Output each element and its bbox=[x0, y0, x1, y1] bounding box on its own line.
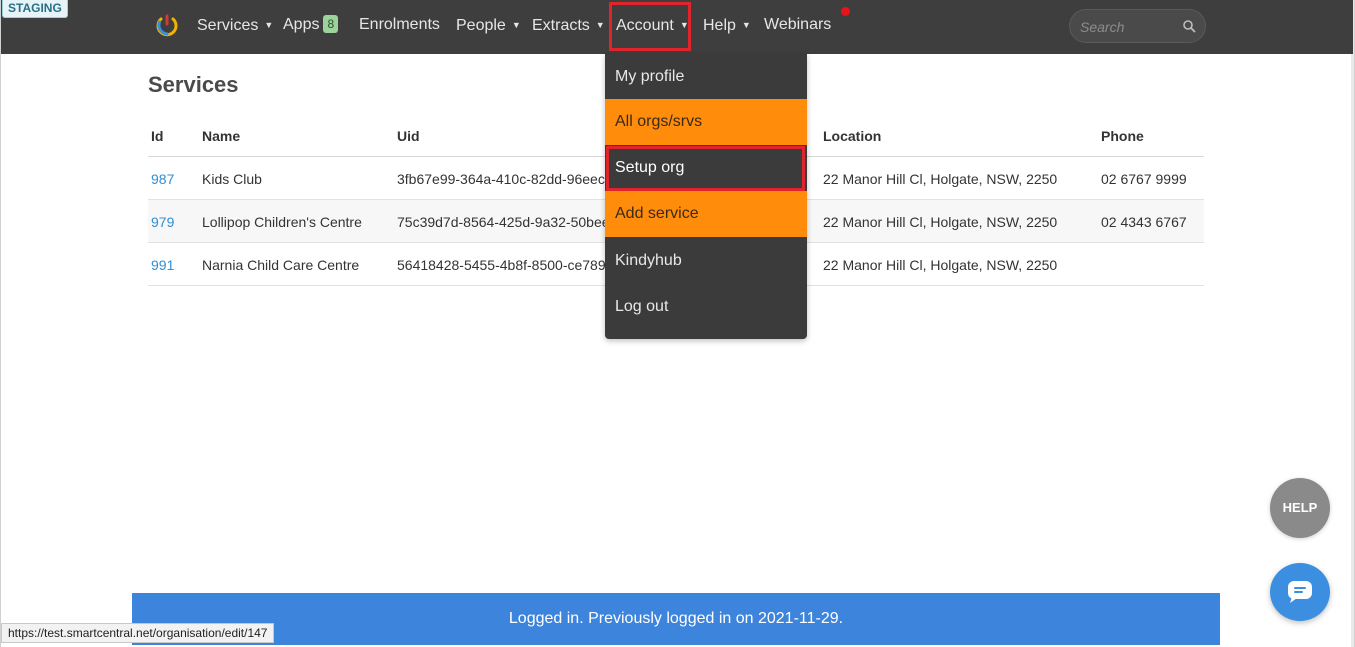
service-id-link[interactable]: 987 bbox=[151, 171, 174, 187]
nav-services-label: Services bbox=[197, 17, 259, 34]
header-id[interactable]: Id bbox=[151, 128, 163, 144]
nav-apps[interactable]: Apps 8 bbox=[283, 15, 339, 35]
service-id-link[interactable]: 991 bbox=[151, 257, 174, 273]
menu-item-kindyhub[interactable]: Kindyhub bbox=[605, 238, 807, 284]
nav-extracts-label: Extracts bbox=[532, 17, 590, 34]
caret-down-icon: ▼ bbox=[595, 20, 605, 30]
header-name[interactable]: Name bbox=[202, 128, 240, 144]
service-uid: 75c39d7d-8564-425d-9a32-50bee bbox=[397, 214, 610, 230]
search-input[interactable] bbox=[1080, 17, 1175, 37]
page-title: Services bbox=[148, 72, 239, 97]
header-phone[interactable]: Phone bbox=[1101, 128, 1144, 144]
nav-apps-label: Apps bbox=[283, 16, 320, 33]
setup-org-highlight-box bbox=[606, 146, 805, 191]
header-location[interactable]: Location bbox=[823, 128, 881, 144]
chat-icon bbox=[1288, 581, 1312, 603]
nav-people[interactable]: People ▼ bbox=[456, 15, 521, 35]
account-highlight-box bbox=[609, 2, 691, 51]
browser-status-url: https://test.smartcentral.net/organisati… bbox=[1, 623, 275, 643]
service-name: Lollipop Children's Centre bbox=[202, 214, 362, 230]
nav-help-label: Help bbox=[703, 17, 736, 34]
caret-down-icon: ▼ bbox=[511, 20, 521, 30]
account-dropdown-menu: My profile All orgs/srvs Setup org Add s… bbox=[605, 54, 807, 339]
chat-button[interactable] bbox=[1270, 563, 1330, 621]
top-navbar: Services ▼ Apps 8 Enrolments People ▼ Extra… bbox=[1, 0, 1353, 54]
menu-item-log-out[interactable]: Log out bbox=[605, 284, 807, 330]
menu-item-my-profile[interactable]: My profile bbox=[605, 54, 807, 100]
staging-badge: STAGING bbox=[2, 0, 68, 18]
nav-enrolments-label: Enrolments bbox=[359, 16, 440, 33]
caret-down-icon: ▼ bbox=[264, 20, 274, 30]
service-location: 22 Manor Hill Cl, Holgate, NSW, 2250 bbox=[823, 171, 1058, 187]
nav-extracts[interactable]: Extracts ▼ bbox=[532, 15, 605, 35]
login-status-footer: Logged in. Previously logged in on 2021-… bbox=[132, 593, 1220, 645]
help-button[interactable]: HELP bbox=[1270, 478, 1330, 538]
menu-item-all-orgs[interactable]: All orgs/srvs bbox=[605, 99, 807, 145]
notification-dot bbox=[841, 7, 850, 16]
service-uid: 3fb67e99-364a-410c-82dd-96eec bbox=[397, 171, 605, 187]
service-location: 22 Manor Hill Cl, Holgate, NSW, 2250 bbox=[823, 257, 1058, 273]
header-uid[interactable]: Uid bbox=[397, 128, 420, 144]
nav-help[interactable]: Help ▼ bbox=[703, 15, 751, 35]
nav-services[interactable]: Services ▼ bbox=[197, 15, 273, 35]
service-uid: 56418428-5455-4b8f-8500-ce789 bbox=[397, 257, 606, 273]
service-location: 22 Manor Hill Cl, Holgate, NSW, 2250 bbox=[823, 214, 1058, 230]
caret-down-icon: ▼ bbox=[741, 20, 751, 30]
service-name: Narnia Child Care Centre bbox=[202, 257, 360, 273]
menu-item-add-service[interactable]: Add service bbox=[605, 191, 807, 237]
app-logo-icon[interactable] bbox=[155, 13, 179, 37]
nav-people-label: People bbox=[456, 17, 506, 34]
nav-webinars[interactable]: Webinars bbox=[764, 15, 831, 35]
service-phone: 02 6767 9999 bbox=[1101, 171, 1187, 187]
page-scrollbar[interactable] bbox=[1351, 0, 1355, 647]
apps-count-badge: 8 bbox=[323, 15, 339, 33]
nav-enrolments[interactable]: Enrolments bbox=[359, 15, 440, 35]
search-box bbox=[1069, 9, 1206, 43]
service-id-link[interactable]: 979 bbox=[151, 214, 174, 230]
nav-webinars-label: Webinars bbox=[764, 16, 832, 33]
service-name: Kids Club bbox=[202, 171, 262, 187]
search-icon[interactable] bbox=[1182, 19, 1196, 33]
service-phone: 02 4343 6767 bbox=[1101, 214, 1187, 230]
